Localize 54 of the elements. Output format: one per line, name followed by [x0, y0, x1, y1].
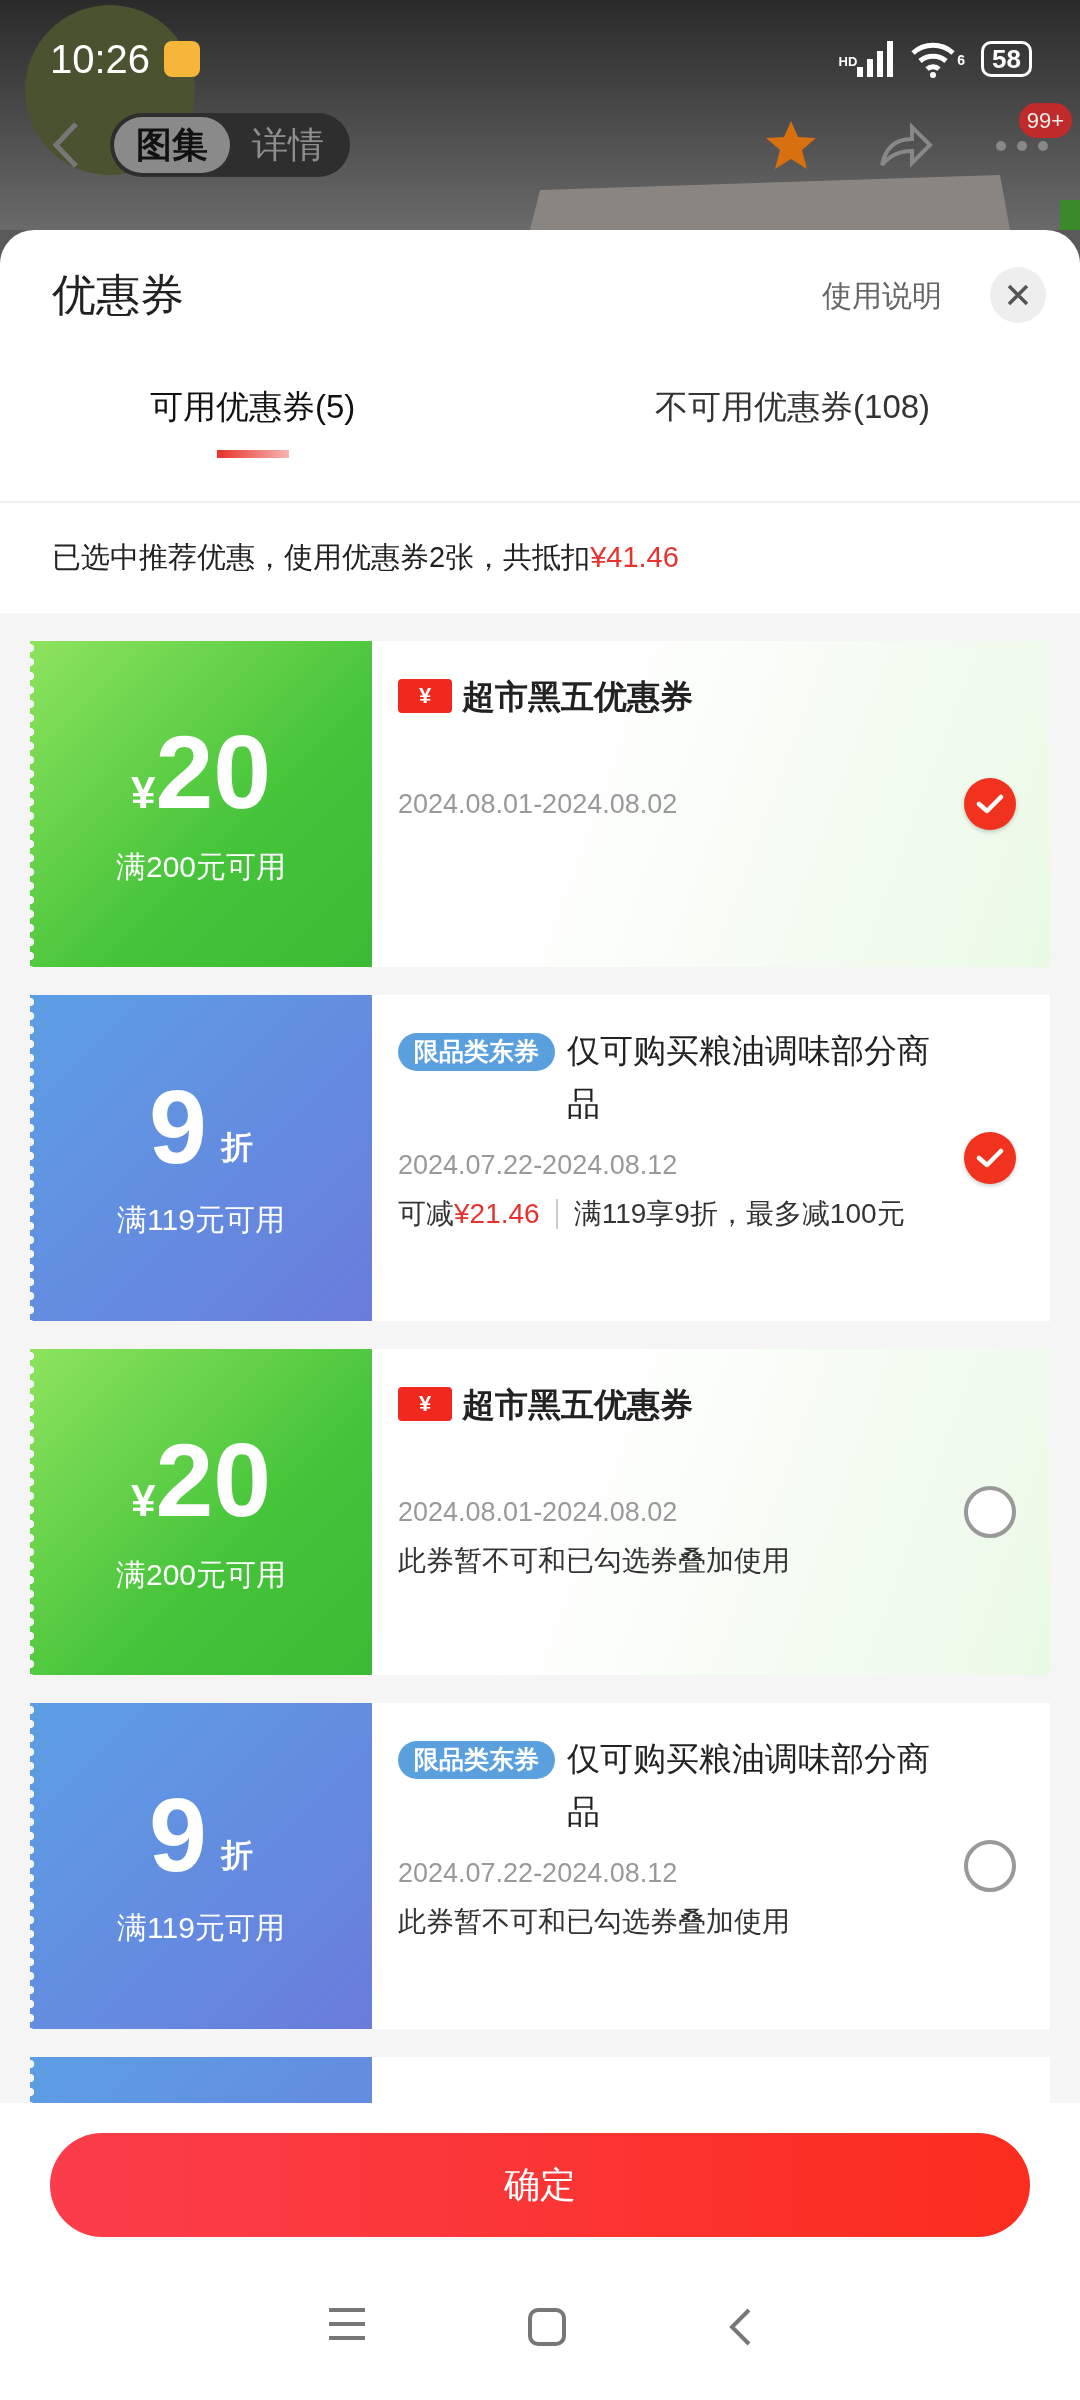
- view-tab[interactable]: 图集: [114, 117, 230, 173]
- home-icon[interactable]: [527, 2307, 567, 2347]
- coupon-dates: 2024.07.22-2024.08.12: [398, 1856, 679, 1890]
- discount-rule: 满119享9折，最多减100元: [573, 1197, 905, 1232]
- check-icon: [976, 793, 1004, 815]
- select-checkbox[interactable]: [964, 1132, 1016, 1184]
- coupon-title: 仅可购买粮油调味部分商品: [567, 1031, 931, 1124]
- confirm-button[interactable]: 确定: [50, 2133, 1030, 2237]
- coupon-amount: 9: [149, 1782, 207, 1887]
- coupon-condition: 满119元可用: [117, 1909, 285, 1946]
- summary-text: 已选中推荐优惠，使用优惠券2张，共抵扣¥41.46: [52, 540, 679, 576]
- select-checkbox[interactable]: [964, 1486, 1016, 1538]
- coupon-dates: 2024.07.22-2024.08.12: [398, 1148, 679, 1182]
- coupon-tag: 限品类东券: [398, 1741, 555, 1779]
- coupon-tab[interactable]: 不可用优惠券(108): [645, 370, 941, 458]
- discount-unit: 折: [220, 1127, 253, 1167]
- coupon-amount: 20: [155, 719, 272, 824]
- coupon-tag: 限品类东券: [398, 1033, 555, 1071]
- coupon-amount: 20: [155, 1427, 272, 1532]
- check-icon: [976, 1147, 1004, 1169]
- coupon-title: 超市黑五优惠券: [462, 1385, 693, 1425]
- coupon-dates: 2024.08.01-2024.08.02: [398, 1495, 679, 1529]
- select-checkbox[interactable]: [964, 1840, 1016, 1892]
- discount-unit: 折: [220, 1835, 253, 1875]
- notification-icon: [164, 41, 201, 77]
- coupon-title: 仅可购买粮油调味部分商品: [567, 1739, 931, 1832]
- close-icon: [1006, 283, 1030, 307]
- back-icon[interactable]: [727, 2307, 753, 2347]
- coupon-condition: 满200元可用: [115, 848, 287, 885]
- share-icon[interactable]: [878, 121, 934, 169]
- close-button[interactable]: [990, 267, 1046, 323]
- select-checkbox[interactable]: [964, 778, 1016, 830]
- coupon-tag-icon: ¥: [398, 679, 452, 713]
- coupon-dates: 2024.08.01-2024.08.02: [398, 787, 679, 821]
- battery-level: 58: [981, 41, 1032, 77]
- coupon-condition: 满200元可用: [115, 1556, 287, 1593]
- saving-text: 可减¥21.46: [398, 1197, 540, 1232]
- network-label: HD: [838, 55, 858, 68]
- coupon-title: 超市黑五优惠券: [462, 677, 693, 717]
- coupon-note: 此券暂不可和已勾选券叠加使用: [398, 1905, 791, 1940]
- status-time: 10:26: [50, 36, 151, 83]
- help-link[interactable]: 使用说明: [822, 272, 942, 318]
- currency-sign: ¥: [130, 1475, 156, 1527]
- more-icon[interactable]: [994, 138, 1050, 153]
- coupon-condition: 满119元可用: [117, 1201, 285, 1238]
- coupon-tag-icon: ¥: [398, 1387, 452, 1421]
- coupon-amount: 9: [149, 1074, 207, 1179]
- sheet-title: 优惠券: [52, 269, 184, 321]
- view-tab[interactable]: 详情: [230, 117, 346, 173]
- wifi-label: 6: [957, 51, 966, 70]
- menu-icon[interactable]: [327, 2307, 367, 2341]
- star-icon[interactable]: [764, 119, 818, 171]
- currency-sign: ¥: [130, 767, 156, 819]
- coupon-note: 此券暂不可和已勾选券叠加使用: [398, 1544, 791, 1579]
